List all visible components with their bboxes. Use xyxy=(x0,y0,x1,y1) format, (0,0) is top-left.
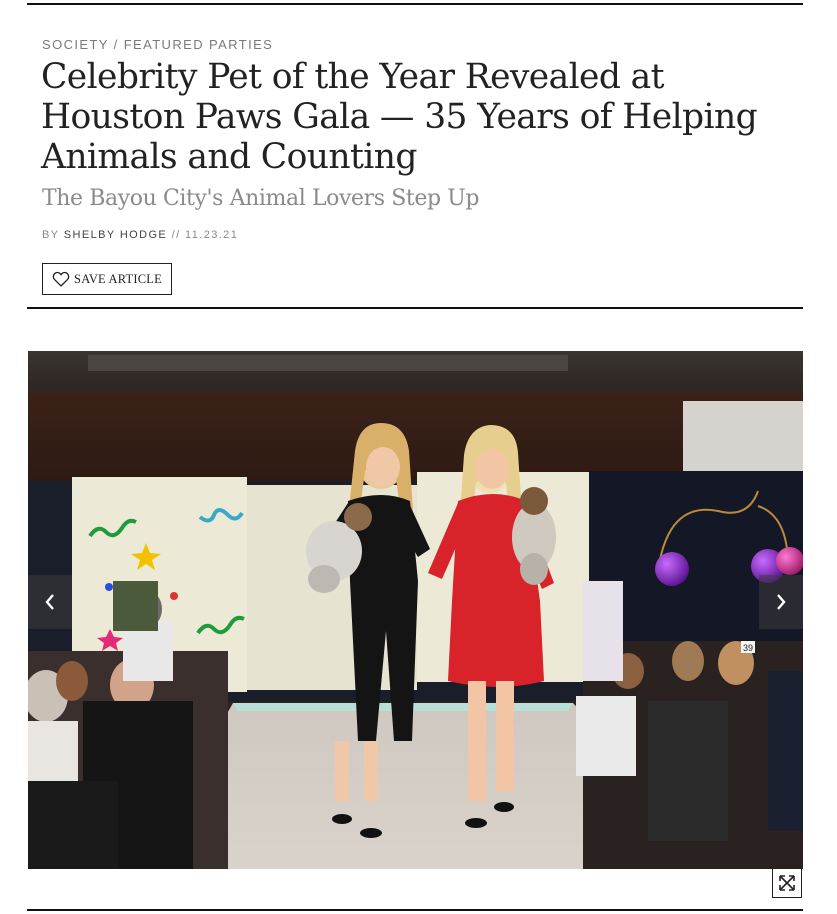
gallery-prev-button[interactable] xyxy=(28,575,72,629)
expand-arrows-icon xyxy=(779,875,795,891)
table-number-sign: 39 xyxy=(743,643,753,653)
breadcrumb-separator: / xyxy=(113,37,119,52)
article-title: Celebrity Pet of the Year Revealed at Ho… xyxy=(41,57,758,177)
publish-date: 11.23.21 xyxy=(185,229,239,241)
gallery-photo: 39 xyxy=(28,351,803,869)
gala-runway-photo: 39 xyxy=(28,351,803,869)
header-bottom-rule xyxy=(27,307,803,309)
save-article-button[interactable]: SAVE ARTICLE xyxy=(42,263,172,295)
heart-outline-icon xyxy=(52,271,70,287)
save-article-label: SAVE ARTICLE xyxy=(74,271,162,286)
author-link[interactable]: SHELBY HODGE xyxy=(64,229,167,241)
breadcrumb-subsection-link[interactable]: FEATURED PARTIES xyxy=(124,37,274,52)
gallery-next-button[interactable] xyxy=(759,575,803,629)
gallery-bottom-rule xyxy=(27,909,803,911)
top-rule xyxy=(27,3,803,5)
chevron-left-icon xyxy=(45,594,54,610)
gallery-expand-button[interactable] xyxy=(772,868,802,898)
date-separator: // xyxy=(171,229,181,241)
chevron-right-icon xyxy=(777,594,786,610)
byline: BY SHELBY HODGE // 11.23.21 xyxy=(42,229,238,241)
article-subtitle: The Bayou City's Animal Lovers Step Up xyxy=(42,186,480,211)
breadcrumb: SOCIETY / FEATURED PARTIES xyxy=(42,37,273,52)
breadcrumb-section-link[interactable]: SOCIETY xyxy=(42,37,109,52)
byline-prefix: BY xyxy=(42,229,60,241)
